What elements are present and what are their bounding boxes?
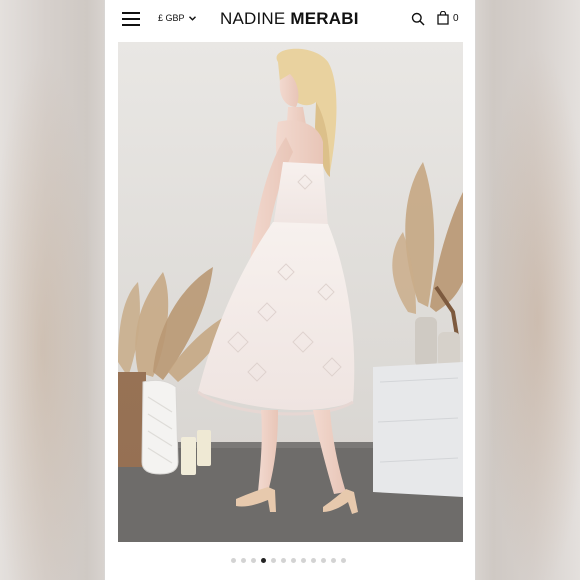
top-navigation-bar: £ GBP NADINE MERABI 0 bbox=[105, 0, 475, 40]
product-photo-illustration bbox=[118, 42, 463, 542]
gallery-dot[interactable] bbox=[341, 558, 346, 563]
cart-count: 0 bbox=[453, 13, 459, 24]
gallery-pagination bbox=[231, 558, 346, 563]
shopping-bag-icon[interactable] bbox=[437, 11, 449, 25]
currency-selector[interactable]: £ GBP bbox=[158, 13, 196, 23]
search-icon[interactable] bbox=[411, 12, 425, 26]
currency-label: £ GBP bbox=[158, 13, 185, 23]
gallery-dot[interactable] bbox=[311, 558, 316, 563]
gallery-dot[interactable] bbox=[321, 558, 326, 563]
gallery-dot-active[interactable] bbox=[261, 558, 266, 563]
gallery-dot[interactable] bbox=[241, 558, 246, 563]
brand-logo[interactable]: NADINE MERABI bbox=[220, 9, 359, 29]
gallery-dot[interactable] bbox=[301, 558, 306, 563]
gallery-dot[interactable] bbox=[331, 558, 336, 563]
gallery-dot[interactable] bbox=[281, 558, 286, 563]
chevron-down-icon bbox=[188, 15, 196, 21]
brand-name-second: MERABI bbox=[290, 9, 359, 28]
mobile-page: £ GBP NADINE MERABI 0 bbox=[105, 0, 475, 580]
gallery-dot[interactable] bbox=[231, 558, 236, 563]
hamburger-icon[interactable] bbox=[122, 12, 140, 26]
product-image[interactable] bbox=[118, 42, 463, 542]
brand-name-first: NADINE bbox=[220, 9, 286, 28]
gallery-dot[interactable] bbox=[251, 558, 256, 563]
gallery-dot[interactable] bbox=[271, 558, 276, 563]
gallery-dot[interactable] bbox=[291, 558, 296, 563]
